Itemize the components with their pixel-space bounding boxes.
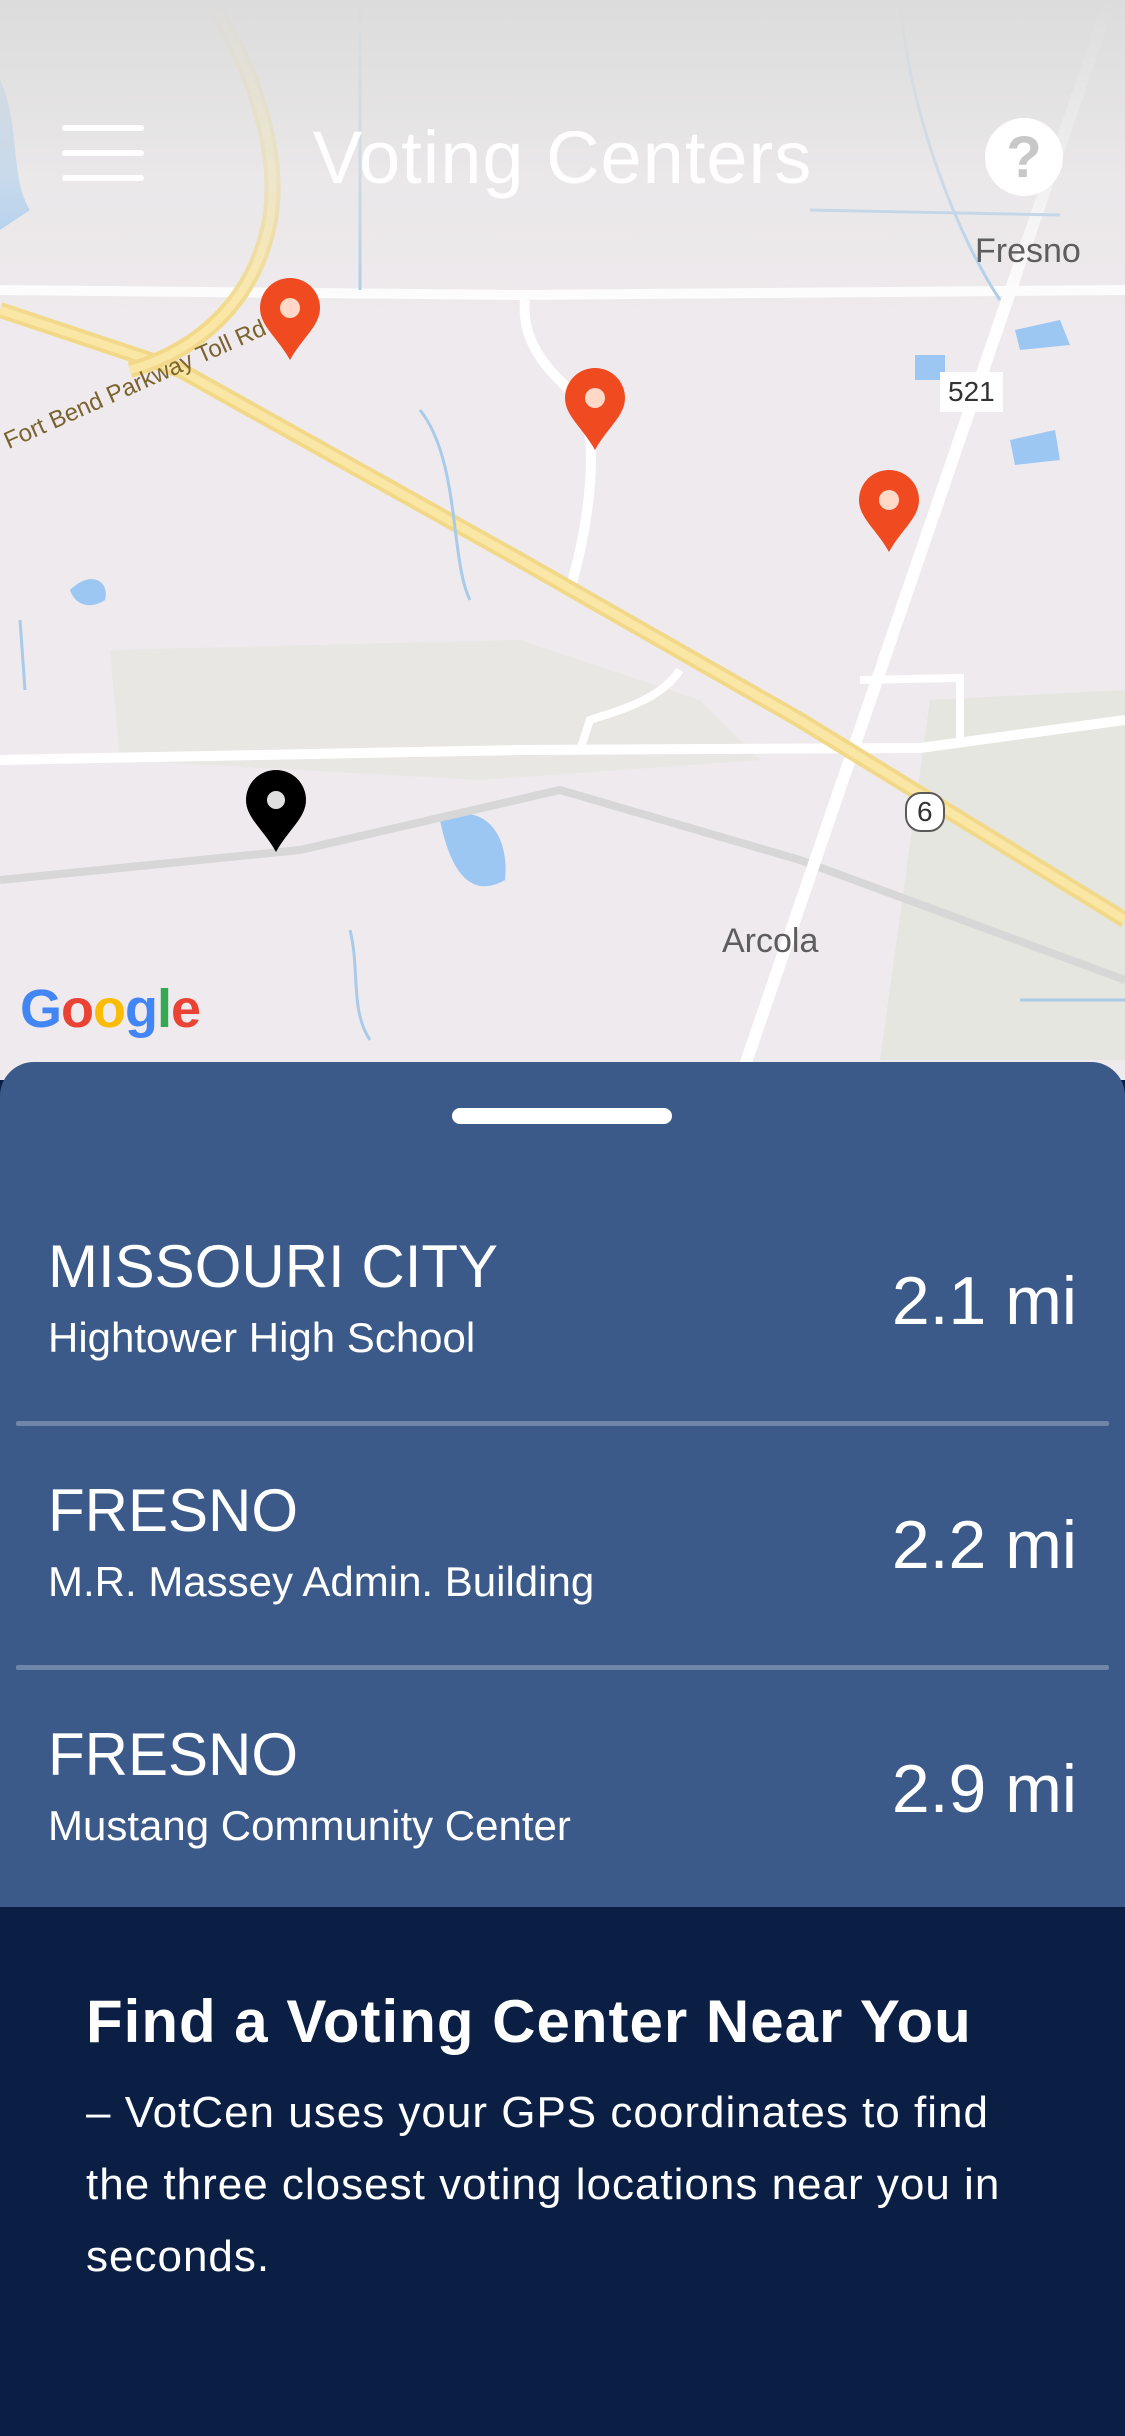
results-sheet[interactable]: MISSOURI CITY Hightower High School 2.1 … — [0, 1062, 1125, 1914]
voting-center-pin[interactable] — [563, 368, 627, 452]
current-location-pin[interactable] — [244, 770, 308, 854]
map-label-fresno: Fresno — [975, 232, 1081, 270]
result-city: FRESNO — [48, 1477, 299, 1544]
result-row[interactable]: FRESNO M.R. Massey Admin. Building 2.2 m… — [0, 1426, 1125, 1670]
result-row[interactable]: MISSOURI CITY Hightower High School 2.1 … — [0, 1182, 1125, 1426]
result-distance: 2.1 mi — [891, 1263, 1077, 1339]
result-place: M.R. Massey Admin. Building — [48, 1558, 595, 1605]
google-logo: Google — [20, 979, 201, 1039]
page-title: Voting Centers — [312, 116, 813, 199]
voting-center-pin[interactable] — [258, 278, 322, 362]
result-place: Hightower High School — [48, 1314, 476, 1361]
help-button[interactable]: ? — [985, 118, 1063, 196]
map-label-arcola: Arcola — [722, 922, 819, 960]
map-view[interactable]: Voting Centers ? Fresno Arcola 521 6 For… — [0, 0, 1125, 1080]
result-city: FRESNO — [48, 1721, 299, 1788]
result-row[interactable]: FRESNO Mustang Community Center 2.9 mi — [0, 1670, 1125, 1914]
question-mark-icon: ? — [1006, 124, 1042, 190]
voting-center-pin[interactable] — [857, 470, 921, 554]
result-distance: 2.9 mi — [891, 1751, 1077, 1827]
info-panel: Find a Voting Center Near You – VotCen u… — [0, 1907, 1125, 2436]
result-distance: 2.2 mi — [891, 1507, 1077, 1583]
info-body: – VotCen uses your GPS coordinates to fi… — [86, 2088, 1001, 2281]
drag-handle[interactable] — [452, 1108, 672, 1124]
result-city: MISSOURI CITY — [48, 1233, 499, 1300]
result-place: Mustang Community Center — [48, 1802, 571, 1849]
route-6-shield: 6 — [905, 792, 945, 832]
info-heading: Find a Voting Center Near You — [86, 1988, 972, 2055]
route-521-shield: 521 — [940, 372, 1003, 412]
